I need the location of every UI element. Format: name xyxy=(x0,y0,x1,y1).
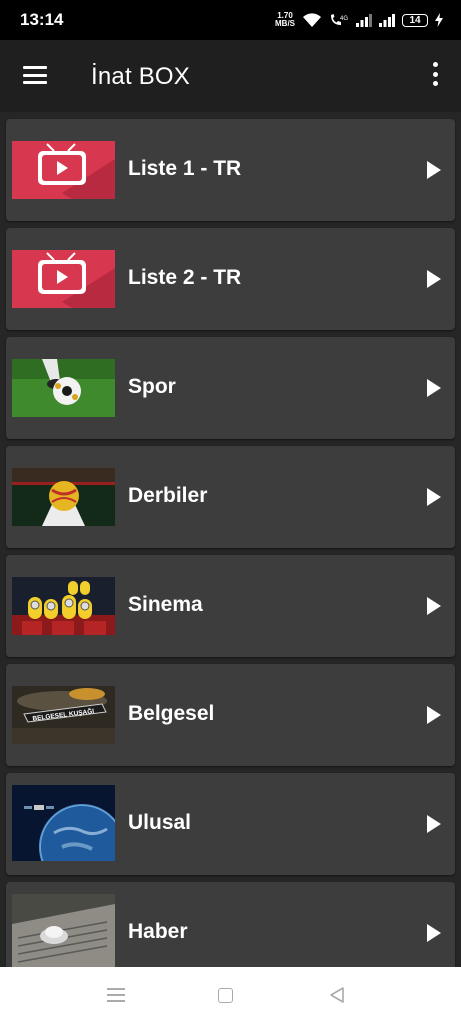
back-icon[interactable] xyxy=(329,987,345,1003)
play-arrow-icon xyxy=(427,270,441,288)
stadium-thumbnail xyxy=(12,468,115,526)
list-item[interactable]: Ulusal xyxy=(6,773,455,875)
list-item-label: Haber xyxy=(128,920,188,943)
tv-thumbnail xyxy=(12,250,115,308)
status-icons: 1.70 MB/S 4G 14 xyxy=(275,12,443,28)
list-item[interactable]: BELGESEL KUŞAĞI Belgesel xyxy=(6,664,455,766)
list-item-label: Spor xyxy=(128,375,176,398)
play-arrow-icon xyxy=(427,597,441,615)
play-arrow-icon xyxy=(427,488,441,506)
category-list: Liste 1 - TR Liste 2 - TR Spor Derbiler … xyxy=(0,112,461,967)
list-item-label: Ulusal xyxy=(128,811,192,834)
hamburger-menu-icon[interactable] xyxy=(23,66,47,84)
play-arrow-icon xyxy=(427,706,441,724)
list-item[interactable]: Spor xyxy=(6,337,455,439)
list-item[interactable]: Liste 1 - TR xyxy=(6,119,455,221)
battery-level: 14 xyxy=(409,14,421,26)
list-item[interactable]: Derbiler xyxy=(6,446,455,548)
network-speed-unit: MB/S xyxy=(275,19,295,28)
list-item-label: Derbiler xyxy=(128,484,208,507)
list-item[interactable]: Liste 2 - TR xyxy=(6,228,455,330)
documentary-thumbnail: BELGESEL KUŞAĞI xyxy=(12,686,115,744)
cinema-thumbnail xyxy=(12,577,115,635)
play-arrow-icon xyxy=(427,924,441,942)
signal-icon-1 xyxy=(356,13,372,27)
signal-icon-2 xyxy=(379,13,395,27)
tv-thumbnail xyxy=(12,141,115,199)
news-thumbnail xyxy=(12,894,115,967)
list-item-label: Belgesel xyxy=(128,702,215,725)
soccer-thumbnail xyxy=(12,359,115,417)
play-arrow-icon xyxy=(427,161,441,179)
home-icon[interactable] xyxy=(218,988,233,1003)
network-speed: 1.70 MB/S xyxy=(275,12,295,28)
status-time: 13:14 xyxy=(20,10,64,29)
more-options-icon[interactable] xyxy=(431,62,439,86)
list-item-label: Liste 2 - TR xyxy=(128,266,242,289)
list-item-label: Liste 1 - TR xyxy=(128,157,242,180)
status-bar: 13:14 1.70 MB/S 4G 14 xyxy=(0,0,461,40)
charging-icon xyxy=(435,13,443,27)
play-arrow-icon xyxy=(427,379,441,397)
battery-icon: 14 xyxy=(402,13,428,27)
svg-text:4G: 4G xyxy=(340,16,348,22)
wifi-icon xyxy=(303,12,321,27)
list-item[interactable]: Haber xyxy=(6,882,455,967)
list-item[interactable]: Sinema xyxy=(6,555,455,657)
earth-thumbnail xyxy=(12,785,115,861)
volte-call-icon: 4G xyxy=(331,14,348,25)
app-title: İnat BOX xyxy=(91,63,190,90)
app-bar: İnat BOX xyxy=(0,40,461,112)
recent-apps-icon[interactable] xyxy=(107,988,125,1002)
play-arrow-icon xyxy=(427,815,441,833)
system-nav-bar xyxy=(0,967,461,1024)
list-item-label: Sinema xyxy=(128,593,203,616)
